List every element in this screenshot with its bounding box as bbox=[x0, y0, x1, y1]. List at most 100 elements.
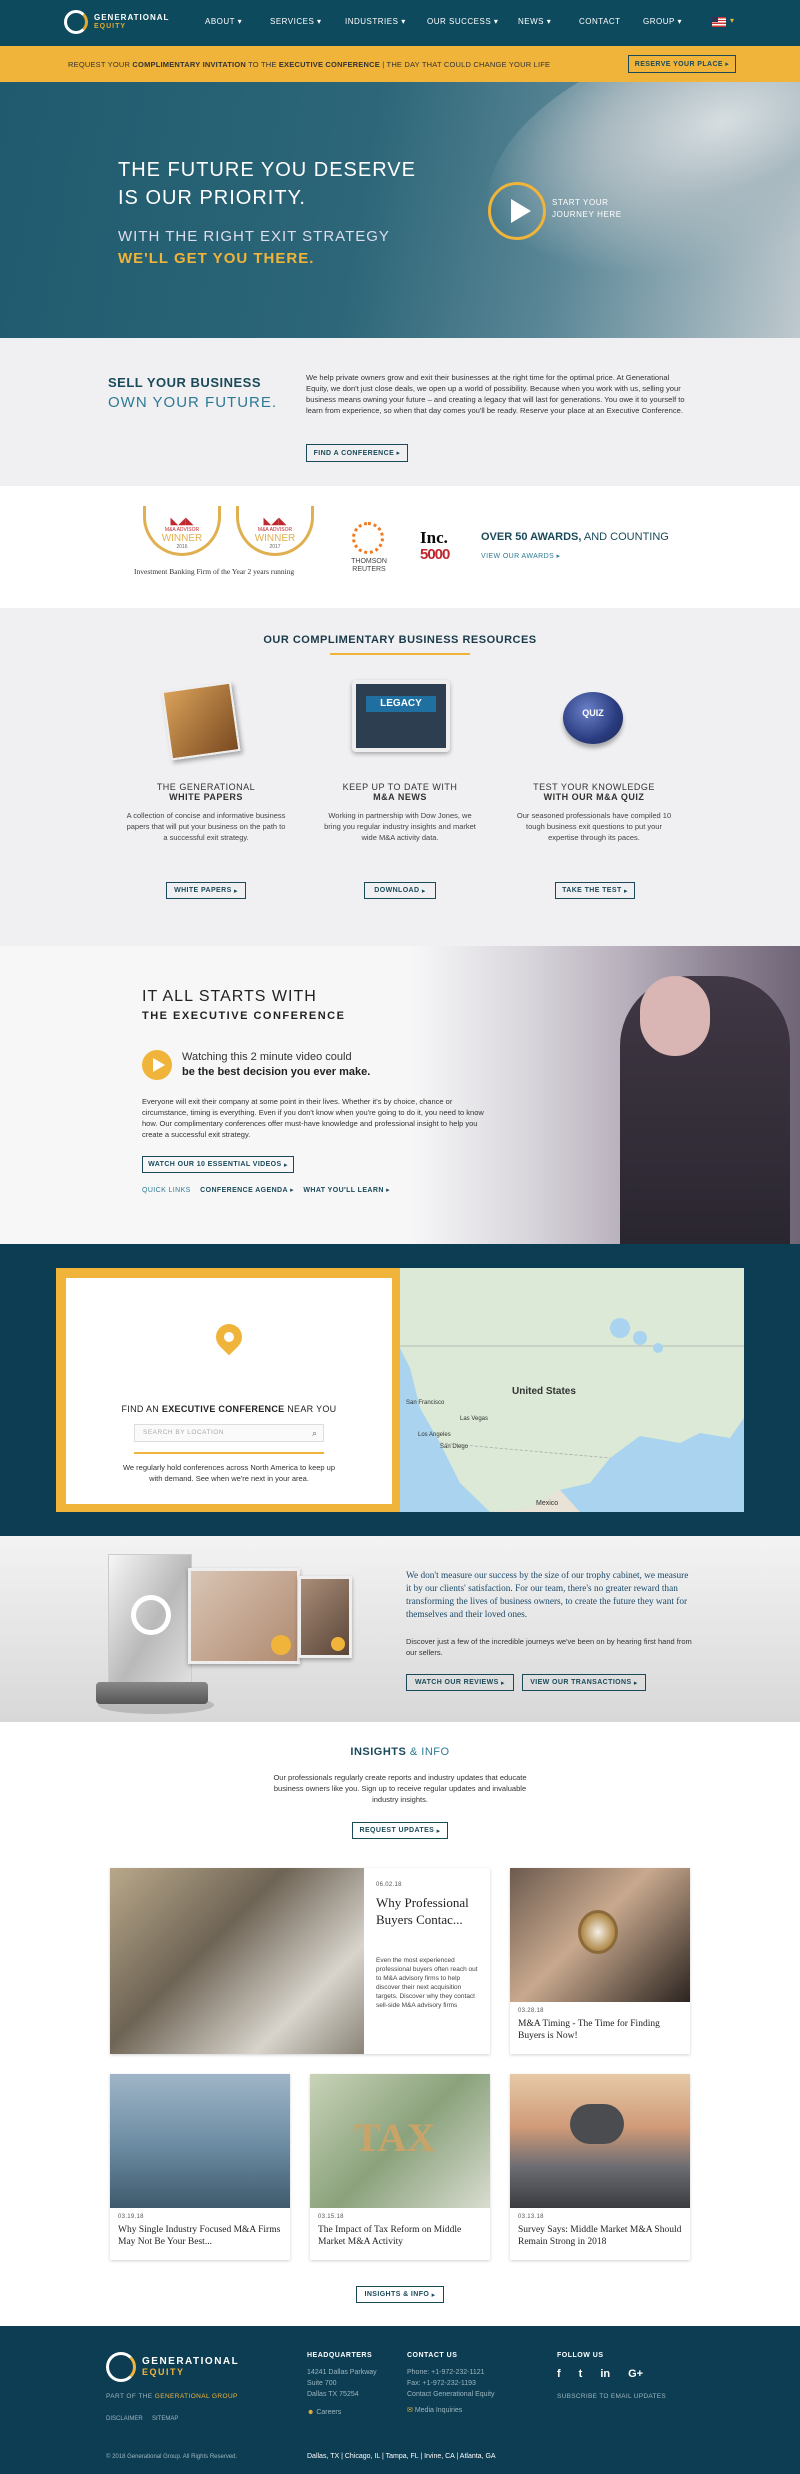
article-date: 03.15.18 bbox=[318, 2214, 344, 2220]
article-card[interactable]: TAX 03.15.18 The Impact of Tax Reform on… bbox=[310, 2074, 490, 2260]
location-search-input[interactable]: SEARCH BY LOCATION ⌕ bbox=[134, 1424, 324, 1442]
watch-reviews-button[interactable]: WATCH OUR REVIEWS ▸ bbox=[406, 1674, 514, 1691]
search-icon[interactable]: ⌕ bbox=[312, 1428, 317, 1439]
facebook-icon[interactable]: f bbox=[557, 2368, 561, 2380]
sell-title: SELL YOUR BUSINESS bbox=[108, 375, 261, 390]
white-papers-image bbox=[161, 681, 241, 761]
nav-contact[interactable]: CONTACT bbox=[579, 17, 621, 26]
google-plus-icon[interactable]: G+ bbox=[628, 2368, 643, 2380]
follow-title: FOLLOW US bbox=[557, 2352, 604, 2359]
nav-our-success[interactable]: OUR SUCCESS ▾ bbox=[427, 17, 498, 26]
nav-services[interactable]: SERVICES ▾ bbox=[270, 17, 322, 26]
article-excerpt: Even the most experienced professional b… bbox=[376, 1957, 478, 2009]
inc-5000: 5000 bbox=[420, 546, 450, 563]
hero-subtitle: WITH THE RIGHT EXIT STRATEGY bbox=[118, 228, 390, 245]
view-awards-link[interactable]: VIEW OUR AWARDS ▸ bbox=[481, 552, 560, 560]
part-of-group: PART OF THE GENERATIONAL GROUP bbox=[106, 2393, 238, 2400]
play-video-icon[interactable] bbox=[488, 182, 546, 240]
review-video-thumbnail[interactable] bbox=[188, 1568, 300, 1664]
contact-link[interactable]: Contact Generational Equity bbox=[407, 2390, 495, 2400]
nav-about[interactable]: ABOUT ▾ bbox=[205, 17, 242, 26]
view-transactions-button[interactable]: VIEW OUR TRANSACTIONS ▸ bbox=[522, 1674, 646, 1691]
linkedin-icon[interactable]: in bbox=[600, 2368, 610, 2380]
request-updates-button[interactable]: REQUEST UPDATES ▸ bbox=[352, 1822, 448, 1839]
chevron-down-icon: ▾ bbox=[237, 17, 243, 26]
conference-banner: REQUEST YOUR COMPLIMENTARY INVITATION TO… bbox=[0, 46, 800, 82]
logo-line2: EQUITY bbox=[94, 23, 127, 30]
article-date: 03.19.18 bbox=[118, 2214, 144, 2220]
award-badge-2017: ◣◢◣ M&A ADVISOR WINNER 2017 bbox=[254, 516, 296, 550]
conference-map[interactable]: United States Mexico San Francisco Los A… bbox=[400, 1268, 744, 1512]
article-date: 06.02.18 bbox=[376, 1882, 402, 1888]
conference-paragraph: Everyone will exit their company at some… bbox=[142, 1097, 484, 1139]
divider bbox=[134, 1452, 324, 1454]
watch-videos-button[interactable]: WATCH OUR 10 ESSENTIAL VIDEOS ▸ bbox=[142, 1156, 294, 1173]
subscribe-link[interactable]: SUBSCRIBE TO EMAIL UPDATES bbox=[557, 2392, 666, 2402]
article-card[interactable]: 03.13.18 Survey Says: Middle Market M&A … bbox=[510, 2074, 690, 2260]
hq-line3: Dallas TX 75254 bbox=[307, 2391, 359, 2398]
white-papers-button[interactable]: WHITE PAPERS ▸ bbox=[166, 882, 246, 899]
map-label-sf: San Francisco bbox=[406, 1400, 445, 1406]
trophy-section: We don't measure our success by the size… bbox=[0, 1536, 800, 1722]
download-button[interactable]: DOWNLOAD ▸ bbox=[364, 882, 436, 899]
site-header: GENERATIONAL EQUITY ABOUT ▾ SERVICES ▾ I… bbox=[0, 0, 800, 46]
careers-link[interactable]: ☻ Careers bbox=[307, 2408, 341, 2418]
logo-g-icon bbox=[64, 10, 88, 34]
article-image bbox=[110, 1868, 364, 2054]
nav-industries[interactable]: INDUSTRIES ▾ bbox=[345, 17, 406, 26]
resource-ma-news: KEEP UP TO DATE WITH M&A NEWS Working in… bbox=[324, 782, 476, 842]
chevron-down-icon[interactable]: ▾ bbox=[730, 16, 734, 25]
footer-logo[interactable]: GENERATIONAL EQUITY bbox=[106, 2352, 239, 2382]
copyright: © 2018 Generational Group. All Rights Re… bbox=[106, 2454, 238, 2460]
map-label-sd: San Diego bbox=[440, 1444, 469, 1450]
award-caption: Investment Banking Firm of the Year 2 ye… bbox=[134, 567, 295, 576]
conference-subheading: THE EXECUTIVE CONFERENCE bbox=[142, 1010, 346, 1022]
find-conference-button[interactable]: FIND A CONFERENCE ▸ bbox=[306, 444, 408, 462]
play-video-icon[interactable] bbox=[142, 1050, 172, 1080]
sitemap-link[interactable]: SITEMAP bbox=[152, 2414, 178, 2424]
featured-article-card[interactable]: 06.02.18 Why Professional Buyers Contac.… bbox=[110, 1868, 490, 2054]
us-flag-icon[interactable] bbox=[712, 17, 726, 27]
fax: Fax: +1-972-232-1193 bbox=[407, 2380, 476, 2387]
start-journey-link[interactable]: START YOUR JOURNEY HERE bbox=[552, 197, 632, 221]
social-icons: f t in G+ bbox=[557, 2368, 643, 2380]
resource-white-papers: THE GENERATIONAL WHITE PAPERS A collecti… bbox=[126, 782, 286, 842]
logo[interactable]: GENERATIONAL EQUITY bbox=[64, 10, 169, 34]
awards-count: OVER 50 AWARDS, AND COUNTING bbox=[481, 531, 669, 543]
article-card[interactable]: 03.19.18 Why Single Industry Focused M&A… bbox=[110, 2074, 290, 2260]
article-card[interactable]: 03.28.18 M&A Timing - The Time for Findi… bbox=[510, 1868, 690, 2054]
insights-description: Our professionals regularly create repor… bbox=[273, 1773, 527, 1804]
logo-g-icon bbox=[106, 2352, 136, 2382]
resources-heading: OUR COMPLIMENTARY BUSINESS RESOURCES bbox=[263, 634, 537, 646]
review-video-thumbnail-2[interactable] bbox=[298, 1576, 352, 1658]
office-cities: Dallas, TX | Chicago, IL | Tampa, FL | I… bbox=[307, 2453, 496, 2460]
conference-agenda-link[interactable]: CONFERENCE AGENDA ▸ bbox=[200, 1187, 294, 1194]
quick-links: QUICK LINKS CONFERENCE AGENDA ▸ WHAT YOU… bbox=[142, 1187, 391, 1194]
twitter-icon[interactable]: t bbox=[579, 2368, 583, 2380]
conference-heading: IT ALL STARTS WITH bbox=[142, 988, 317, 1005]
phone[interactable]: Phone: +1-972-232-1121 bbox=[407, 2368, 485, 2378]
awards-section: ◣◢◣ M&A ADVISOR WINNER 2016 ◣◢◣ M&A ADVI… bbox=[0, 486, 800, 608]
nav-news[interactable]: NEWS ▾ bbox=[518, 17, 551, 26]
contact-title: CONTACT US bbox=[407, 2352, 458, 2359]
nav-group[interactable]: GROUP ▾ bbox=[643, 17, 682, 26]
disclaimer-link[interactable]: DISCLAIMER bbox=[106, 2414, 143, 2424]
banner-text: REQUEST YOUR COMPLIMENTARY INVITATION TO… bbox=[68, 60, 551, 69]
site-footer: GENERATIONAL EQUITY PART OF THE GENERATI… bbox=[0, 2326, 800, 2474]
article-date: 03.28.18 bbox=[518, 2008, 544, 2014]
hq-line1: 14241 Dallas Parkway bbox=[307, 2369, 377, 2376]
hq-line2: Suite 700 bbox=[307, 2380, 337, 2387]
what-youll-learn-link[interactable]: WHAT YOU'LL LEARN ▸ bbox=[303, 1187, 390, 1194]
reserve-place-button[interactable]: RESERVE YOUR PLACE ▸ bbox=[628, 55, 736, 73]
map-label-la: Los Angeles bbox=[418, 1432, 451, 1438]
trophy-image bbox=[108, 1554, 192, 1684]
hq-title: HEADQUARTERS bbox=[307, 2352, 373, 2359]
map-label-us: United States bbox=[512, 1386, 576, 1397]
media-inquiries-link[interactable]: ✉ Media Inquiries bbox=[407, 2406, 462, 2416]
insights-section: INSIGHTS & INFO Our professionals regula… bbox=[0, 1722, 800, 2326]
chevron-down-icon: ▾ bbox=[317, 17, 322, 26]
trophy-quote: We don't measure our success by the size… bbox=[406, 1571, 689, 1620]
take-test-button[interactable]: TAKE THE TEST ▸ bbox=[555, 882, 635, 899]
find-conference-section: FIND AN EXECUTIVE CONFERENCE NEAR YOU SE… bbox=[0, 1244, 800, 1536]
insights-info-button[interactable]: INSIGHTS & INFO ▸ bbox=[356, 2286, 444, 2303]
